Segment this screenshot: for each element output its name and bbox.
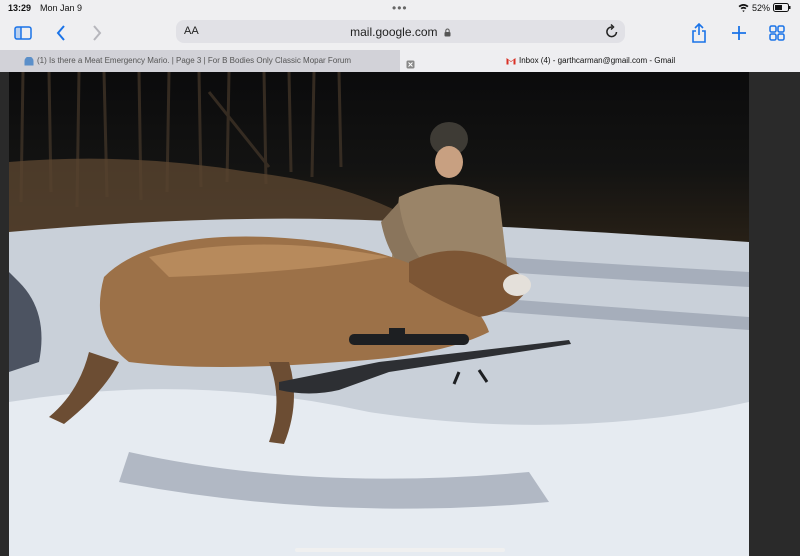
date: Mon Jan 9: [40, 3, 83, 13]
tab-overview-icon[interactable]: [766, 22, 788, 44]
photo-scene: [9, 72, 749, 556]
forward-icon[interactable]: [86, 22, 108, 44]
reload-icon[interactable]: [605, 23, 619, 44]
clock: 13:29: [8, 3, 32, 13]
battery-percent: 52%: [752, 3, 771, 13]
new-tab-icon[interactable]: [728, 22, 750, 44]
url-text: mail.google.com: [176, 25, 625, 39]
tab-bar: (1) Is there a Meat Emergency Mario. | P…: [0, 50, 800, 72]
home-indicator: [295, 548, 505, 552]
address-bar[interactable]: AA mail.google.com: [176, 20, 625, 43]
sidebar-icon[interactable]: [12, 22, 34, 44]
share-icon[interactable]: [688, 22, 710, 44]
battery-icon: [773, 3, 791, 14]
wifi-icon: [738, 3, 749, 14]
gmail-favicon-icon: [506, 58, 516, 65]
back-icon[interactable]: [50, 22, 72, 44]
attachment-photo[interactable]: [9, 72, 749, 556]
status-bar: 13:29 Mon Jan 9 ••• 52%: [0, 0, 800, 16]
tab-forum[interactable]: (1) Is there a Meat Emergency Mario. | P…: [0, 50, 400, 72]
tab-forum-title: (1) Is there a Meat Emergency Mario. | P…: [37, 56, 352, 65]
lock-icon: [444, 28, 451, 37]
page-content: [0, 72, 800, 556]
multitask-dots-icon[interactable]: •••: [392, 1, 408, 15]
tab-gmail[interactable]: Inbox (4) - garthcarman@gmail.com - Gmai…: [400, 50, 800, 72]
forum-favicon-icon: [24, 57, 34, 66]
tab-gmail-title: Inbox (4) - garthcarman@gmail.com - Gmai…: [519, 56, 676, 65]
